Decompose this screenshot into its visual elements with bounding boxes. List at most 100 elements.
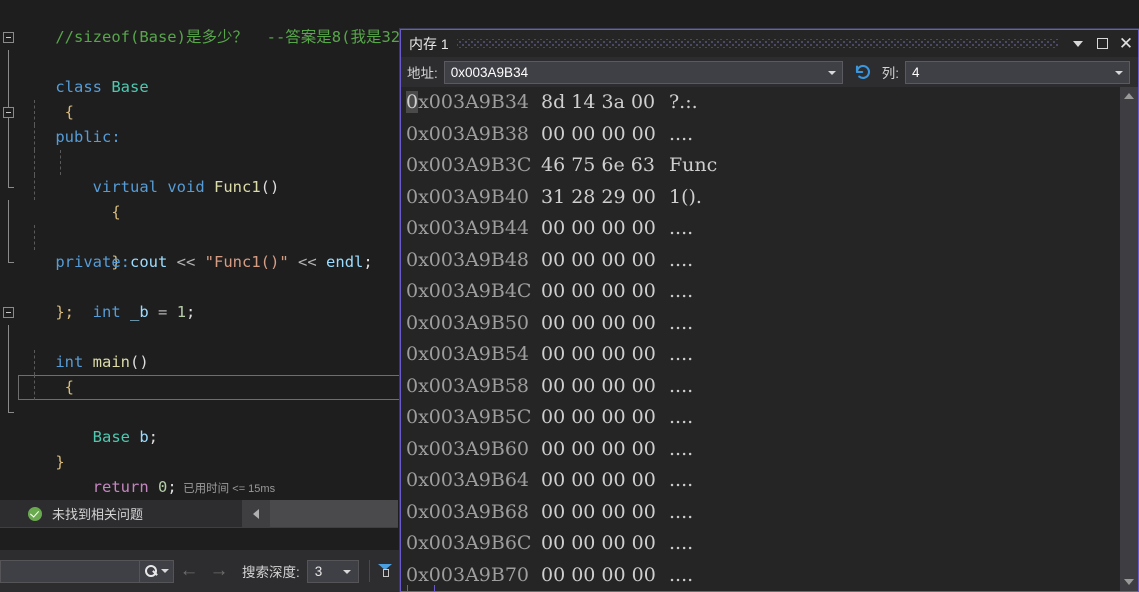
chevron-down-icon[interactable] (1115, 70, 1123, 75)
search-depth-stepper[interactable]: 3 (306, 559, 359, 583)
indent-guide (34, 125, 35, 150)
search-icon (144, 564, 158, 578)
memory-row-hex: 00 00 00 00 (541, 532, 656, 554)
code-line-cout[interactable]: cout << "Func1()" << endl; (0, 150, 420, 271)
memory-row-hex: 00 00 00 00 (541, 374, 656, 397)
collapse-box-icon[interactable] (3, 107, 14, 118)
code-line-main-close[interactable]: } (0, 400, 420, 471)
memory-row[interactable]: 0x003A9B50 00 00 00 00.... (401, 308, 1120, 340)
memory-row[interactable]: 0x003A9B68 00 00 00 00.... (401, 497, 1120, 529)
address-combobox[interactable]: 0x003A9B34 (443, 60, 843, 84)
memory-row[interactable]: 0x003A9B58 00 00 00 00.... (401, 371, 1120, 403)
toolbar-separator (368, 560, 370, 582)
code-editor[interactable]: //sizeof(Base)是多少？ --答案是8(我是32位程序),除了一个i… (0, 0, 420, 500)
search-button[interactable] (140, 559, 174, 583)
memory-row-hex: 8d 14 3a 00 (541, 91, 656, 113)
fold-gutter[interactable] (0, 300, 18, 325)
code-line-func1-close[interactable]: } (0, 175, 420, 271)
memory-row[interactable]: 0x003A9B54 00 00 00 00.... (401, 339, 1120, 371)
memory-toolbar[interactable]: 地址: 0x003A9B34 列: 4 (401, 57, 1138, 87)
code-line-public[interactable]: public: (0, 75, 420, 146)
memory-row[interactable]: 0x003A9B38 00 00 00 00.... (401, 119, 1120, 151)
code-line-blank-1[interactable] (0, 275, 420, 300)
code-line-base-b[interactable]: Base b; (0, 350, 420, 446)
maximize-button[interactable] (1090, 30, 1114, 57)
memory-row-address: 0x003A9B68 (406, 500, 530, 523)
code-line-member-b[interactable]: int _b = 1; (0, 225, 420, 321)
code-line-private[interactable]: private: (0, 200, 420, 271)
memory-row[interactable]: 0x003A9B4C 00 00 00 00.... (401, 276, 1120, 308)
chevron-down-icon[interactable] (342, 569, 351, 574)
memory-row[interactable]: 0x003A9B48 00 00 00 00.... (401, 245, 1120, 277)
memory-row[interactable]: 0x003A9B6C 00 00 00 00.... (401, 528, 1120, 560)
memory-row[interactable]: 0x003A9B5C 00 00 00 00.... (401, 402, 1120, 434)
indent-guide (34, 150, 35, 175)
memory-scrollbar[interactable] (1120, 87, 1138, 591)
memory-row-address: 0x003A9B54 (406, 343, 530, 365)
num-zero: 0 (158, 478, 168, 496)
type-base-var: Base (92, 428, 130, 446)
collapse-box-icon[interactable] (3, 307, 14, 318)
collapse-panel-button[interactable] (242, 500, 270, 527)
filter-icon[interactable] (377, 563, 393, 579)
memory-row-ascii: ?.:. (669, 91, 698, 113)
collapse-box-icon[interactable] (3, 32, 14, 43)
memory-row-hex: 00 00 00 00 (541, 122, 656, 145)
search-input[interactable] (0, 559, 140, 583)
error-list-bar[interactable]: 未找到相关问题 (0, 500, 398, 527)
code-line-func1-decl[interactable]: virtual void Func1() (0, 100, 420, 196)
code-line-comment[interactable]: //sizeof(Base)是多少？ --答案是8(我是32位程序),除了一个i… (0, 0, 420, 46)
back-button[interactable]: ← (174, 556, 204, 586)
code-line-return[interactable]: return 0; 已用时间 <= 15ms (0, 375, 420, 496)
columns-combobox[interactable]: 4 (905, 60, 1130, 84)
code-line-main-decl[interactable]: int main() (0, 300, 420, 371)
address-value: 0x003A9B34 (450, 64, 529, 80)
scroll-down-button[interactable] (1120, 573, 1138, 591)
scroll-up-button[interactable] (1120, 87, 1138, 105)
fold-line (8, 150, 9, 175)
memory-row-ascii: 1(). (669, 185, 702, 208)
chevron-down-icon[interactable] (827, 70, 836, 75)
memory-row-ascii: .... (669, 469, 694, 491)
memory-row[interactable]: 0x003A9B3C 46 75 6e 63 Func (401, 150, 1120, 182)
window-bottom-tab (407, 585, 435, 592)
memory-window-titlebar[interactable]: 内存 1 ✕ (401, 30, 1138, 57)
code-line-func1-open[interactable]: { (0, 125, 420, 221)
memory-row-hex: 00 00 00 00 (541, 217, 656, 239)
memory-dump-body[interactable]: 0x003A9B34 8d 14 3a 00?.:. 0x003A9B38 00 00… (401, 87, 1138, 591)
memory-row-hex: 00 00 00 00 (541, 343, 656, 365)
fold-line-gutter (0, 225, 18, 250)
memory-row[interactable]: 0x003A9B44 00 00 00 00.... (401, 213, 1120, 245)
arrow-right-icon: → (209, 560, 229, 581)
memory-row-hex: 00 00 00 00 (541, 469, 656, 491)
current-line-highlight (18, 375, 418, 400)
fold-line-gutter (0, 325, 18, 350)
memory-window[interactable]: 内存 1 ✕ 地址: 0x003A9B34 列: 4 0x003A9B34 8d … (400, 29, 1139, 592)
close-button[interactable]: ✕ (1114, 30, 1138, 57)
chevron-down-icon (1124, 579, 1134, 585)
memory-row[interactable]: 0x003A9B40 31 28 29 00 1(). (401, 182, 1120, 214)
drag-handle[interactable] (456, 39, 1058, 48)
code-line-open-brace[interactable]: { (0, 50, 420, 121)
memory-row[interactable]: 0x003A9B34 8d 14 3a 00?.:. (401, 87, 1120, 119)
chevron-down-icon (160, 569, 169, 573)
refresh-icon[interactable] (852, 61, 874, 83)
fold-gutter[interactable] (0, 25, 18, 50)
columns-value: 4 (912, 64, 920, 80)
memory-row[interactable]: 0x003A9B60 00 00 00 00.... (401, 434, 1120, 466)
memory-row-address: 0x003A9B60 (406, 437, 530, 460)
forward-button[interactable]: → (204, 556, 234, 586)
memory-row-hex: 00 00 00 00 (541, 563, 656, 586)
search-depth-label: 搜索深度: (242, 565, 300, 580)
memory-row[interactable]: 0x003A9B64 00 00 00 00.... (401, 465, 1120, 497)
fold-line (8, 200, 9, 225)
bottom-toolbar[interactable]: ← → 搜索深度: 3 (0, 550, 420, 592)
fold-gutter[interactable] (0, 100, 18, 125)
memory-row[interactable]: 0x003A9B70 00 00 00 00.... (401, 560, 1120, 592)
code-line-main-open[interactable]: { (0, 325, 420, 396)
code-line-class[interactable]: class Base (0, 25, 420, 96)
window-menu-button[interactable] (1066, 30, 1090, 57)
memory-row-hex: 46 75 6e 63 (541, 154, 655, 176)
memory-rows-container[interactable]: 0x003A9B34 8d 14 3a 00?.:. 0x003A9B38 00 00… (401, 87, 1120, 591)
code-line-class-close[interactable]: }; (0, 250, 420, 321)
